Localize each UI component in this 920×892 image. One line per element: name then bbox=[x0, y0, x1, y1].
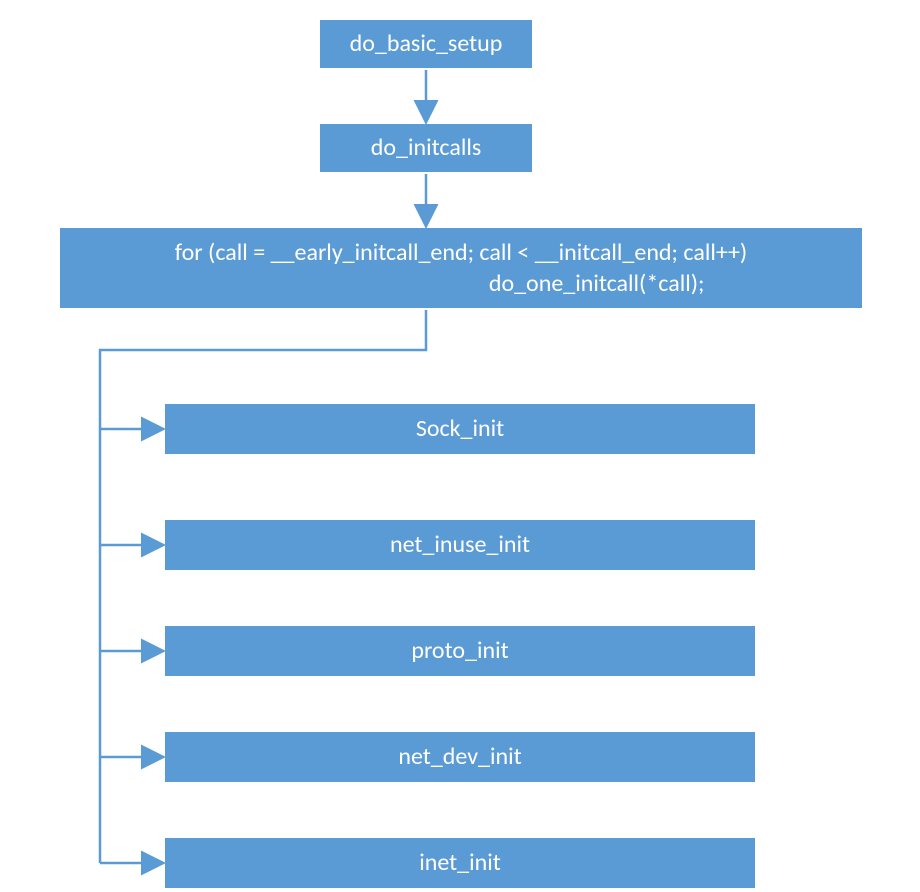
node-net-inuse-init: net_inuse_init bbox=[163, 518, 757, 572]
node-for-loop: for (call = __early_initcall_end; call <… bbox=[58, 226, 864, 310]
node-do-basic-setup: do_basic_setup bbox=[318, 18, 534, 70]
node-do-initcalls: do_initcalls bbox=[318, 122, 534, 174]
node-proto-init: proto_init bbox=[163, 624, 757, 678]
node-inet-init: inet_init bbox=[163, 836, 757, 890]
node-net-dev-init: net_dev_init bbox=[163, 730, 757, 784]
node-sock-init: Sock_init bbox=[163, 402, 757, 456]
